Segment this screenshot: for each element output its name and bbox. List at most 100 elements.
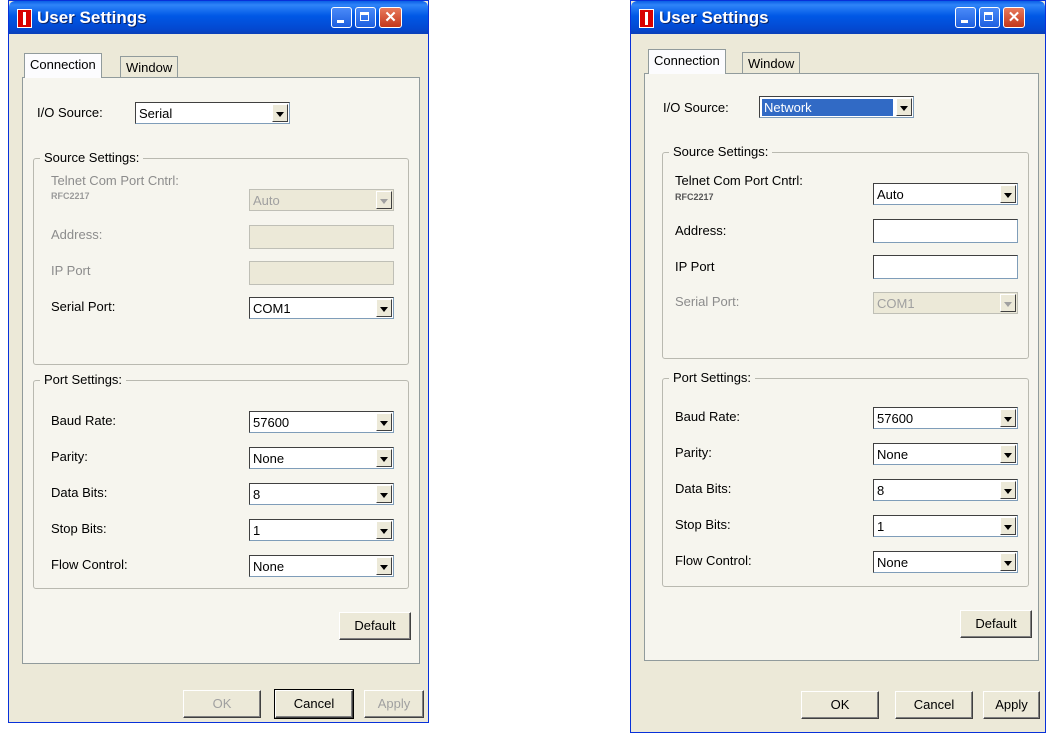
parity-label: Parity: xyxy=(51,449,88,464)
flow-control-select[interactable]: None xyxy=(249,555,394,577)
io-source-select[interactable]: Serial xyxy=(135,102,290,124)
serial-port-value: COM1 xyxy=(253,301,291,316)
minimize-button[interactable] xyxy=(331,7,352,28)
tab-window[interactable]: Window xyxy=(120,56,179,78)
ip-port-label: IP Port xyxy=(675,259,715,274)
flow-control-value: None xyxy=(877,555,909,570)
baud-rate-value: 57600 xyxy=(253,415,290,430)
address-field[interactable] xyxy=(873,219,1018,243)
serial-port-select: COM1 xyxy=(873,292,1018,314)
chevron-down-icon[interactable] xyxy=(1000,445,1016,463)
cancel-button[interactable]: Cancel xyxy=(274,689,354,719)
app-icon xyxy=(17,9,32,28)
data-bits-value: 8 xyxy=(877,483,885,498)
telnet-select: Auto xyxy=(249,189,394,211)
dialog-title: User Settings xyxy=(37,8,147,27)
chevron-down-icon[interactable] xyxy=(376,413,392,431)
app-icon xyxy=(639,9,654,28)
stop-bits-value: 1 xyxy=(877,519,885,534)
tab-window[interactable]: Window xyxy=(742,52,801,74)
io-source-label: I/O Source: xyxy=(663,100,729,115)
flow-control-label: Flow Control: xyxy=(51,557,128,572)
telnet-value: Auto xyxy=(877,187,904,202)
ok-button[interactable]: OK xyxy=(183,690,261,718)
chevron-down-icon[interactable] xyxy=(1000,481,1016,499)
dialog-title: User Settings xyxy=(659,8,769,27)
chevron-down-icon[interactable] xyxy=(376,449,392,467)
chevron-down-icon[interactable] xyxy=(1000,409,1016,427)
data-bits-select[interactable]: 8 xyxy=(873,479,1018,501)
data-bits-select[interactable]: 8 xyxy=(249,483,394,505)
close-icon: ✕ xyxy=(384,9,397,26)
ip-port-field[interactable] xyxy=(873,255,1018,279)
stop-bits-label: Stop Bits: xyxy=(675,517,731,532)
title-bar[interactable]: User Settings ✕ xyxy=(631,1,1045,34)
cancel-button[interactable]: Cancel xyxy=(895,691,973,719)
port-settings-title: Port Settings: xyxy=(40,372,127,387)
serial-port-select[interactable]: COM1 xyxy=(249,297,394,319)
apply-button[interactable]: Apply xyxy=(364,690,424,718)
chevron-down-icon[interactable] xyxy=(1000,553,1016,571)
io-source-select[interactable]: Network xyxy=(759,96,914,118)
stop-bits-select[interactable]: 1 xyxy=(873,515,1018,537)
source-settings-title: Source Settings: xyxy=(669,144,773,159)
default-button[interactable]: Default xyxy=(960,610,1032,638)
chevron-down-icon[interactable] xyxy=(1000,517,1016,535)
default-button[interactable]: Default xyxy=(339,612,411,640)
apply-button[interactable]: Apply xyxy=(983,691,1040,719)
io-source-label: I/O Source: xyxy=(37,105,103,120)
stop-bits-value: 1 xyxy=(253,523,261,538)
chevron-down-icon[interactable] xyxy=(896,98,912,116)
source-settings-group: Source Settings: Telnet Com Port Cntrl: … xyxy=(33,150,409,365)
maximize-button[interactable] xyxy=(355,7,376,28)
data-bits-label: Data Bits: xyxy=(675,481,732,496)
chevron-down-icon[interactable] xyxy=(1000,185,1016,203)
user-settings-dialog-network: User Settings ✕ Connection Window I/O So… xyxy=(630,0,1046,733)
chevron-down-icon[interactable] xyxy=(272,104,288,122)
serial-port-label: Serial Port: xyxy=(51,299,116,314)
serial-port-value: COM1 xyxy=(877,296,915,311)
close-button[interactable]: ✕ xyxy=(1003,7,1025,28)
address-label: Address: xyxy=(51,227,103,242)
chevron-down-icon[interactable] xyxy=(376,557,392,575)
flow-control-value: None xyxy=(253,559,285,574)
tab-connection[interactable]: Connection xyxy=(24,53,102,78)
ip-port-field xyxy=(249,261,394,285)
rfc-label: RFC2217 xyxy=(51,191,90,201)
chevron-down-icon[interactable] xyxy=(376,299,392,317)
title-bar[interactable]: User Settings ✕ xyxy=(9,1,428,34)
baud-rate-label: Baud Rate: xyxy=(51,413,117,428)
telnet-label: Telnet Com Port Cntrl: xyxy=(675,173,803,188)
close-icon: ✕ xyxy=(1007,9,1021,26)
port-settings-group: Port Settings: Baud Rate: 57600 Parity: … xyxy=(33,372,409,589)
stop-bits-label: Stop Bits: xyxy=(51,521,107,536)
ok-button[interactable]: OK xyxy=(801,691,879,719)
parity-select[interactable]: None xyxy=(249,447,394,469)
stop-bits-select[interactable]: 1 xyxy=(249,519,394,541)
connection-panel: I/O Source: Serial Source Settings: Teln… xyxy=(22,77,420,664)
address-label: Address: xyxy=(675,223,727,238)
minimize-button[interactable] xyxy=(955,7,976,28)
chevron-down-icon[interactable] xyxy=(376,521,392,539)
baud-rate-select[interactable]: 57600 xyxy=(873,407,1018,429)
ip-port-label: IP Port xyxy=(51,263,91,278)
io-source-value: Network xyxy=(762,99,893,116)
parity-label: Parity: xyxy=(675,445,712,460)
user-settings-dialog-serial: User Settings ✕ Connection Window I/O So… xyxy=(8,0,429,723)
parity-select[interactable]: None xyxy=(873,443,1018,465)
port-settings-group: Port Settings: Baud Rate: 57600 Parity: … xyxy=(662,370,1029,587)
address-field xyxy=(249,225,394,249)
data-bits-value: 8 xyxy=(253,487,261,502)
close-button[interactable]: ✕ xyxy=(379,7,402,28)
chevron-down-icon[interactable] xyxy=(376,485,392,503)
flow-control-select[interactable]: None xyxy=(873,551,1018,573)
tab-connection[interactable]: Connection xyxy=(648,49,726,74)
parity-value: None xyxy=(253,451,285,466)
data-bits-label: Data Bits: xyxy=(51,485,108,500)
baud-rate-label: Baud Rate: xyxy=(675,409,741,424)
baud-rate-select[interactable]: 57600 xyxy=(249,411,394,433)
telnet-label: Telnet Com Port Cntrl: xyxy=(51,173,179,188)
baud-rate-value: 57600 xyxy=(877,411,914,426)
telnet-select[interactable]: Auto xyxy=(873,183,1018,205)
maximize-button[interactable] xyxy=(979,7,1000,28)
